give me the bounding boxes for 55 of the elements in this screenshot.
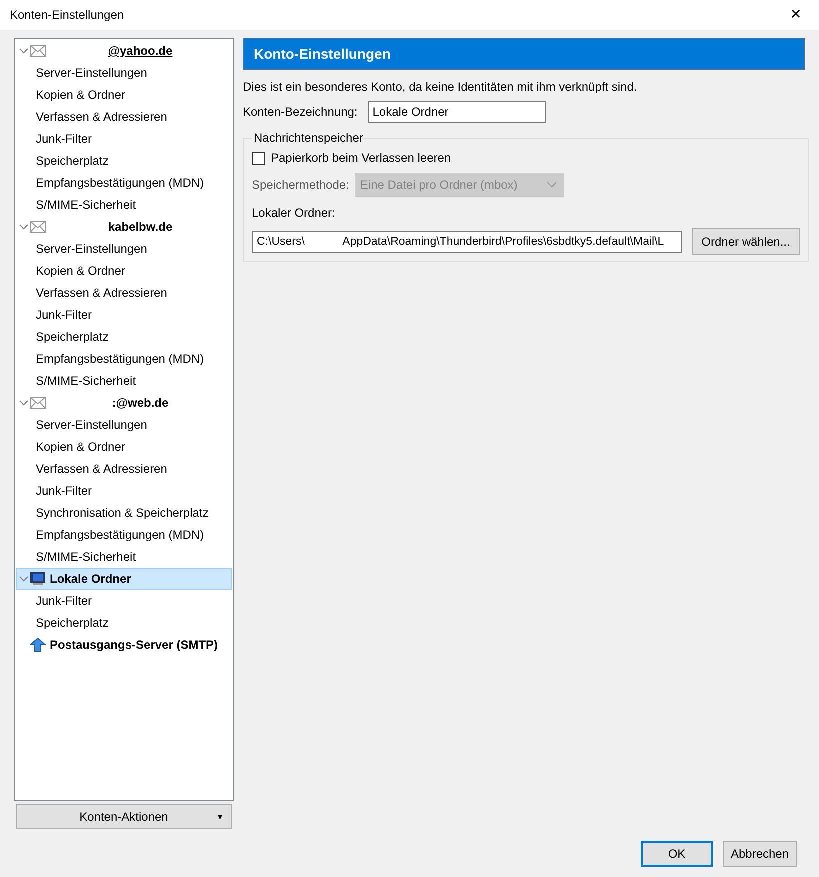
local-folder-field[interactable]: C:\Users\ AppData\Roaming\Thunderbird\Profiles\6sbdtky5.default\Mail\L bbox=[252, 230, 682, 252]
expand-chevron-icon[interactable] bbox=[19, 222, 29, 232]
tree-item[interactable]: Empfangsbestätigungen (MDN) bbox=[36, 176, 204, 190]
panel-header: Konto-Einstellungen bbox=[243, 38, 805, 70]
selected-tree-row[interactable]: Lokale Ordner bbox=[16, 568, 232, 590]
choose-folder-button[interactable]: Ordner wählen... bbox=[692, 228, 800, 255]
tree-item[interactable]: Kopien & Ordner bbox=[36, 264, 126, 278]
tree-item[interactable]: Server-Einstellungen bbox=[36, 418, 148, 432]
field-label: Konten-Bezeichnung: bbox=[243, 105, 358, 119]
tree-item[interactable]: S/MIME-Sicherheit bbox=[36, 198, 136, 212]
expand-chevron-icon[interactable] bbox=[19, 574, 29, 584]
account-label[interactable]: Postausgangs-Server (SMTP) bbox=[50, 638, 218, 652]
checkbox[interactable] bbox=[252, 152, 265, 164]
computer-icon bbox=[30, 572, 46, 586]
upload-icon bbox=[30, 638, 46, 652]
group-legend: Nachrichtenspeicher bbox=[252, 131, 366, 145]
window-title: Konten-Einstellungen bbox=[10, 8, 124, 22]
envelope-icon bbox=[30, 396, 46, 410]
tree-item[interactable]: Speicherplatz bbox=[36, 330, 109, 344]
account-actions-button[interactable]: Konten-Aktionen ▾ bbox=[16, 804, 232, 829]
dialog-button[interactable]: Abbrechen bbox=[723, 841, 797, 867]
tree-item[interactable]: Speicherplatz bbox=[36, 154, 109, 168]
account-name-field[interactable]: Lokale Ordner bbox=[368, 101, 546, 123]
expand-chevron-icon[interactable] bbox=[19, 46, 29, 56]
tree-item[interactable]: Synchronisation & Speicherplatz bbox=[36, 506, 209, 520]
tree-item[interactable]: Empfangsbestätigungen (MDN) bbox=[36, 352, 204, 366]
tree-item[interactable]: Kopien & Ordner bbox=[36, 440, 126, 454]
tree-item[interactable]: Kopien & Ordner bbox=[36, 88, 126, 102]
field-label: Speichermethode: bbox=[252, 178, 350, 192]
tree-item[interactable]: Verfassen & Adressieren bbox=[36, 462, 168, 476]
info-text: Dies ist ein besonderes Konto, da keine Identitäten mit ihm verknüpft sind. bbox=[243, 80, 638, 94]
tree-item[interactable]: Junk-Filter bbox=[36, 308, 92, 322]
tree-item[interactable]: Server-Einstellungen bbox=[36, 242, 148, 256]
checkbox-label: Papierkorb beim Verlassen leeren bbox=[271, 151, 452, 165]
account-label[interactable]: :@web.de bbox=[112, 396, 169, 410]
field-label: Lokaler Ordner: bbox=[252, 206, 336, 220]
dropdown-caret-icon bbox=[547, 182, 558, 188]
tree-item[interactable]: Junk-Filter bbox=[36, 594, 92, 608]
account-label[interactable]: @yahoo.de bbox=[108, 44, 173, 58]
envelope-icon bbox=[30, 220, 46, 234]
tree-item[interactable]: Empfangsbestätigungen (MDN) bbox=[36, 528, 204, 542]
account-label[interactable]: Lokale Ordner bbox=[50, 572, 132, 586]
tree-item[interactable]: Junk-Filter bbox=[36, 484, 92, 498]
expand-chevron-icon[interactable] bbox=[19, 398, 29, 408]
tree-item[interactable]: Speicherplatz bbox=[36, 616, 109, 630]
tree-item[interactable]: S/MIME-Sicherheit bbox=[36, 374, 136, 388]
tree-item[interactable]: Server-Einstellungen bbox=[36, 66, 148, 80]
tree-item[interactable]: Verfassen & Adressieren bbox=[36, 110, 168, 124]
tree-item[interactable]: Verfassen & Adressieren bbox=[36, 286, 168, 300]
close-button[interactable]: ✕ bbox=[773, 0, 819, 30]
account-label[interactable]: kabelbw.de bbox=[108, 220, 173, 234]
tree-item[interactable]: S/MIME-Sicherheit bbox=[36, 550, 136, 564]
tree-item[interactable]: Junk-Filter bbox=[36, 132, 92, 146]
envelope-icon bbox=[30, 44, 46, 58]
dialog-button[interactable]: OK bbox=[641, 841, 713, 867]
